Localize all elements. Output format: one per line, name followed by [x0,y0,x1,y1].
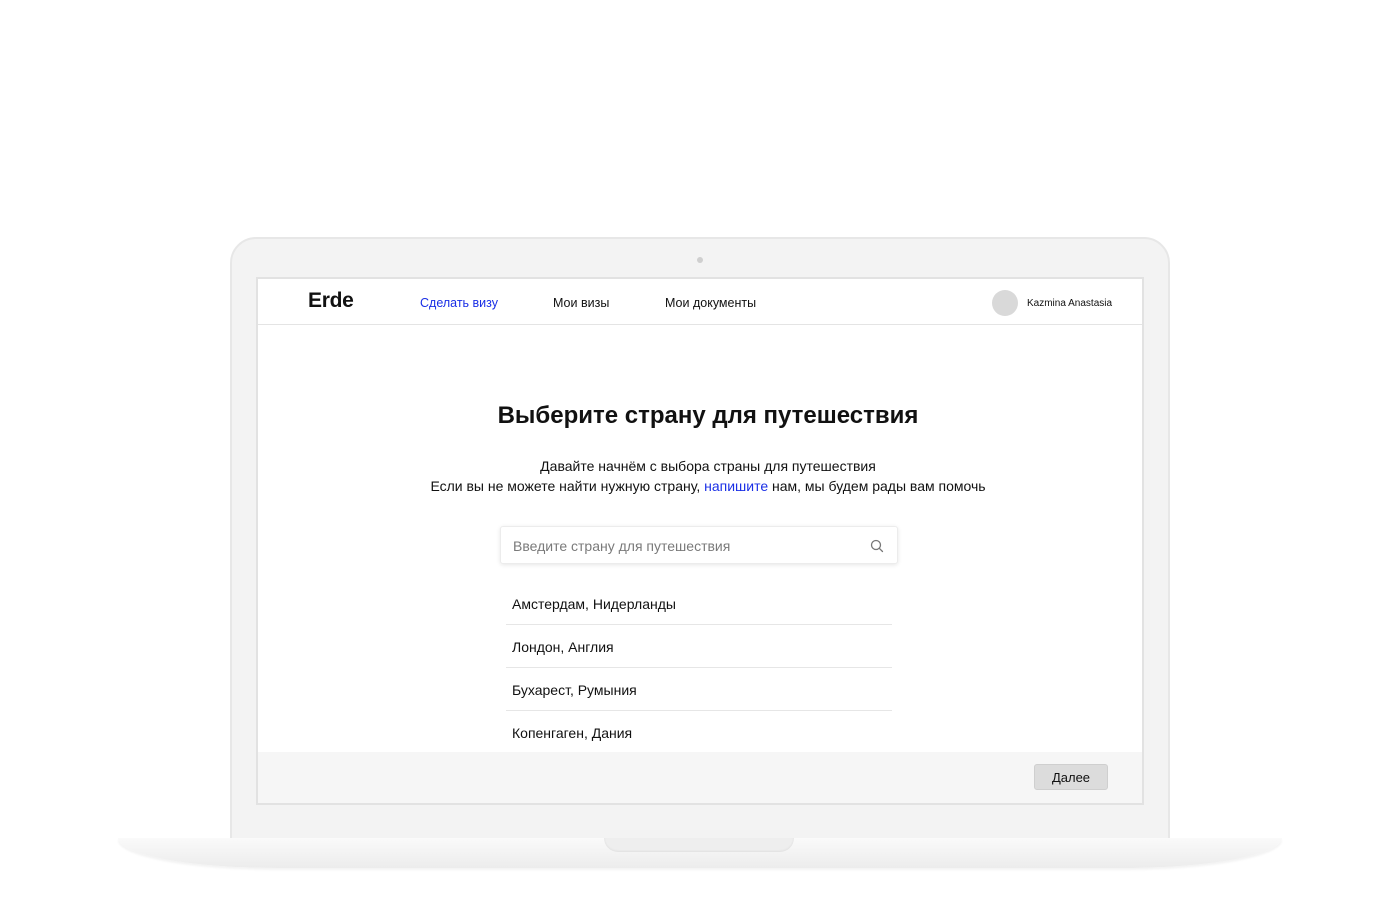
subtitle-line-1: Давайте начнём с выбора страны для путеш… [540,458,876,474]
nav-my-visas[interactable]: Мои визы [553,296,609,310]
avatar[interactable] [992,290,1018,316]
page-subtitle: Давайте начнём с выбора страны для путеш… [258,456,1142,496]
camera-dot [697,257,703,263]
laptop-notch [604,838,794,852]
destination-list: Амстердам, Нидерланды Лондон, Англия Бух… [506,582,892,754]
list-item[interactable]: Бухарест, Румыния [506,668,892,711]
write-us-link[interactable]: напишите [704,478,768,494]
subtitle-text-before: Если вы не можете найти нужную страну, [430,478,705,494]
nav-my-documents[interactable]: Мои документы [665,296,756,310]
search-input[interactable] [513,536,853,556]
next-button[interactable]: Далее [1034,764,1108,790]
search-box [500,526,898,564]
footer-bar: Далее [258,752,1142,803]
list-item[interactable]: Амстердам, Нидерланды [506,582,892,625]
search-icon[interactable] [869,538,885,554]
subtitle-text-after: нам, мы будем рады вам помочь [768,478,986,494]
top-navbar: Erde Сделать визу Мои визы Мои документы… [258,279,1142,325]
logo[interactable]: Erde [308,289,354,313]
user-name[interactable]: Kazmina Anastasia [1027,298,1112,309]
list-item[interactable]: Лондон, Англия [506,625,892,668]
subtitle-line-2: Если вы не можете найти нужную страну, н… [258,476,1142,496]
nav-make-visa[interactable]: Сделать визу [420,296,498,310]
list-item[interactable]: Копенгаген, Дания [506,711,892,754]
page-title: Выберите страну для путешествия [497,402,919,429]
app-screen: Erde Сделать визу Мои визы Мои документы… [256,277,1144,805]
